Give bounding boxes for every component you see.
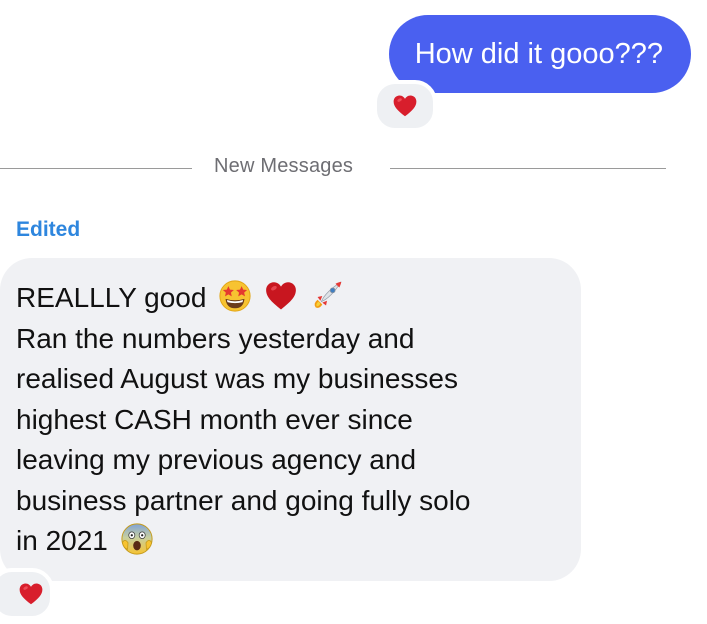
screaming-face-emoji	[121, 523, 153, 555]
message-thread: How did it gooo??? New Messages Edited R…	[0, 0, 707, 624]
new-messages-divider: New Messages	[0, 150, 707, 186]
outgoing-message-bubble[interactable]: How did it gooo???	[388, 15, 691, 93]
message-line: leaving my previous agency and	[16, 444, 417, 475]
message-line: Ran the numbers yesterday and	[16, 322, 415, 354]
incoming-message-bubble[interactable]: REALLLY good Ran the numbers yesterday a…	[0, 258, 581, 581]
message-line: business partner and going fully solo	[16, 484, 471, 516]
star-struck-emoji	[219, 280, 251, 312]
divider-line-right	[390, 168, 666, 169]
red-heart-emoji	[266, 282, 296, 310]
edited-label[interactable]: Edited	[16, 218, 80, 242]
outgoing-message-text: How did it gooo???	[414, 38, 663, 70]
divider-line-left	[0, 168, 192, 169]
outgoing-message-reaction[interactable]	[373, 80, 437, 132]
heart-icon	[393, 95, 417, 117]
incoming-message-reaction[interactable]	[0, 568, 54, 620]
divider-label: New Messages	[214, 155, 354, 177]
message-line: in 2021	[16, 521, 561, 562]
heart-icon	[19, 583, 43, 605]
message-line: REALLLY good	[16, 278, 561, 319]
rocket-emoji	[314, 281, 342, 308]
message-line: highest CASH month ever since	[16, 403, 413, 435]
message-line: realised August was my businesses	[16, 363, 458, 394]
